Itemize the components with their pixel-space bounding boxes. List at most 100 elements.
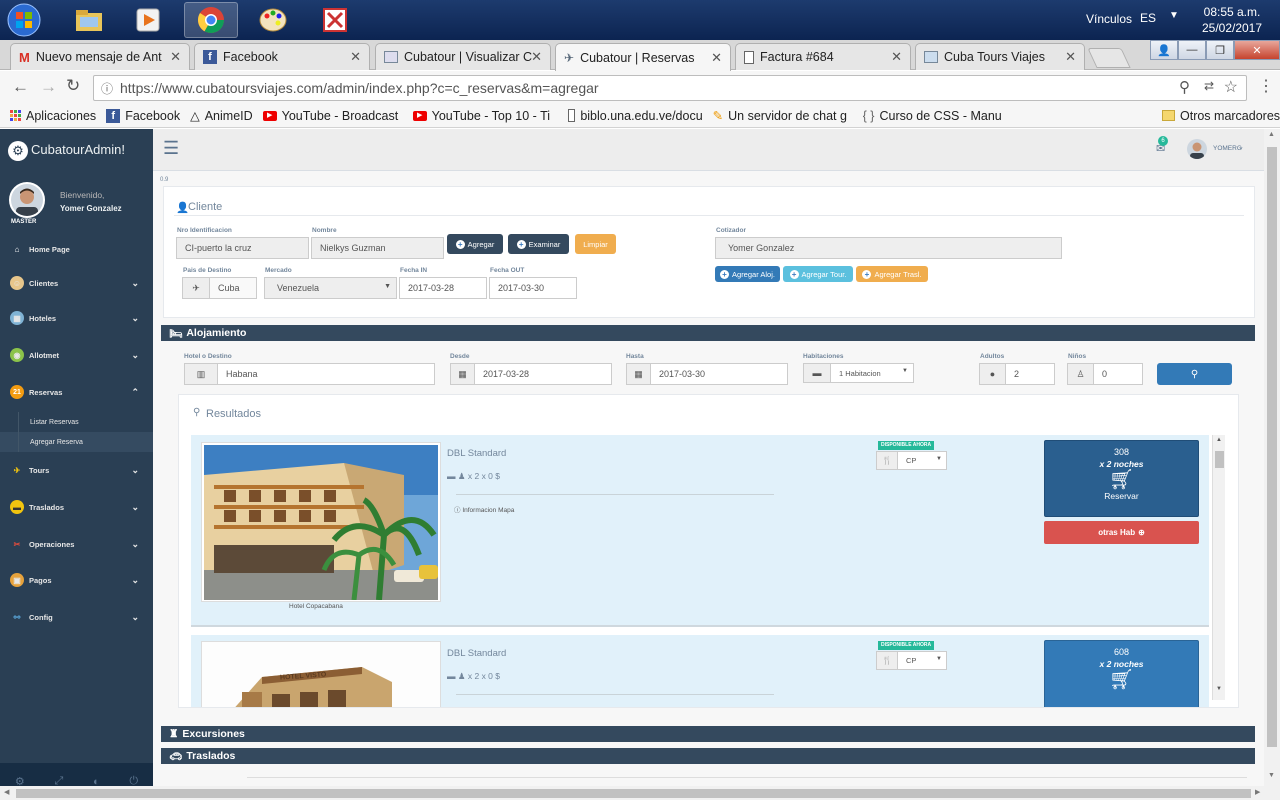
forward-arrow-icon[interactable]: → [40, 77, 57, 97]
url-input[interactable]: ⓘ https://www.cubatoursviajes.com/admin/… [93, 75, 1247, 101]
info-icon[interactable]: ⓘ [101, 80, 113, 97]
sidebar-item-config[interactable]: ⚯ Config ⌄ [0, 602, 153, 632]
desde-input[interactable]: 2017-03-28 [474, 363, 612, 385]
chrome-taskbar-icon[interactable] [184, 2, 238, 38]
excursiones-header[interactable]: ♜ Excursiones [161, 726, 1255, 742]
agregar-alojamiento-button[interactable]: + Agregar Aloj. [715, 266, 780, 282]
sidebar-item-pagos[interactable]: ▣ Pagos ⌄ [0, 565, 153, 595]
fecha-out-input[interactable]: 2017-03-30 [489, 277, 577, 299]
user-switch-icon[interactable]: 👤 [1150, 40, 1178, 60]
hotel-photo[interactable] [201, 442, 441, 602]
sidebar-item-hoteles[interactable]: ▦ Hoteles ⌄ [0, 303, 153, 333]
scroll-down-icon[interactable]: ▼ [1268, 772, 1275, 779]
agregar-traslado-button[interactable]: + Agregar Trasl. [856, 266, 928, 282]
cotizador-input[interactable]: Yomer Gonzalez [715, 237, 1062, 259]
close-icon[interactable]: ✕ [1065, 49, 1076, 65]
paint-taskbar-icon[interactable] [246, 2, 300, 38]
close-icon[interactable]: ✕ [170, 49, 181, 65]
tab-factura[interactable]: Factura #684 ✕ [735, 43, 911, 70]
mercado-select[interactable]: Venezuela ▼ [264, 277, 397, 299]
adultos-input[interactable]: 2 [1005, 363, 1055, 385]
hotel-destino-input[interactable]: Habana [217, 363, 435, 385]
agregar-cliente-button[interactable]: + Agregar [447, 234, 503, 254]
tab-cuba-tours-viajes[interactable]: Cuba Tours Viajes ✕ [915, 43, 1085, 70]
search-button[interactable]: ⚲ [1157, 363, 1232, 385]
otras-habitaciones-button[interactable]: otras Hab ⊕ [1044, 521, 1199, 544]
sidebar-item-clientes[interactable]: ☺ Clientes ⌄ [0, 268, 153, 298]
reservar-button[interactable]: 608 x 2 noches 🛒︎ [1044, 640, 1199, 707]
info-map-links[interactable]: ⓘ Informacion Mapa [454, 504, 514, 514]
bookmark-facebook[interactable]: f Facebook [106, 108, 180, 123]
tab-gmail[interactable]: M Nuevo mensaje de Ant ✕ [10, 43, 190, 70]
clock-time[interactable]: 08:55 a.m. [1198, 5, 1266, 19]
bookmark-chat[interactable]: ✎ Un servidor de chat g [713, 108, 853, 124]
scroll-thumb[interactable] [1267, 147, 1277, 747]
chrome-menu-icon[interactable]: ⋮ [1258, 76, 1274, 96]
results-scrollbar[interactable]: ▲ ▼ [1212, 435, 1225, 700]
language-indicator[interactable]: ES [1140, 11, 1156, 25]
sidebar-item-allotmet[interactable]: ◉ Allotmet ⌄ [0, 340, 153, 370]
hasta-input[interactable]: 2017-03-30 [650, 363, 788, 385]
bookmark-css[interactable]: { } Curso de CSS - Manu [863, 109, 1003, 123]
bookmark-other[interactable]: Otros marcadores [1162, 109, 1280, 123]
scroll-thumb[interactable] [1215, 451, 1224, 468]
tab-cubatour-reservas[interactable]: ✈ Cubatour | Reservas ✕ [555, 43, 731, 71]
minimize-icon[interactable]: — [1178, 40, 1206, 60]
scroll-thumb[interactable] [16, 789, 1251, 798]
restore-icon[interactable]: ❐ [1206, 40, 1234, 60]
scroll-up-icon[interactable]: ▲ [1216, 437, 1222, 443]
limpiar-button[interactable]: Limpiar [575, 234, 616, 254]
reservar-button[interactable]: 308 x 2 noches 🛒︎ Reservar [1044, 440, 1199, 517]
nombre-input[interactable]: Nielkys Guzman [311, 237, 444, 259]
bookmark-youtube-top10[interactable]: ▶ YouTube - Top 10 - Ti [412, 109, 558, 123]
start-button[interactable] [4, 2, 44, 38]
traslados-header[interactable]: 🚗︎ Traslados [161, 748, 1255, 764]
bookmark-youtube-broadcast[interactable]: ▶ YouTube - Broadcast [262, 109, 403, 123]
sidebar-item-tours[interactable]: ✈ Tours ⌄ [0, 455, 153, 485]
alojamiento-header[interactable]: 🛏 Alojamiento [161, 325, 1255, 341]
scroll-up-icon[interactable]: ▲ [1268, 131, 1275, 138]
close-icon[interactable]: ✕ [350, 49, 361, 65]
bookmark-biblo[interactable]: biblo.una.edu.ve/docu [567, 109, 703, 123]
sidebar-sub-listar-reservas[interactable]: Listar Reservas [0, 412, 153, 432]
chevron-down-icon[interactable]: ⌄ [1238, 143, 1244, 151]
fecha-in-input[interactable]: 2017-03-28 [399, 277, 487, 299]
meal-plan-select[interactable]: CP ▼ [897, 451, 947, 470]
vinculos-toolbar[interactable]: Vínculos [1086, 12, 1132, 26]
bookmark-star-icon[interactable]: ☆ [1224, 77, 1238, 97]
reload-icon[interactable]: ↻ [66, 76, 80, 96]
scroll-right-icon[interactable]: ▶ [1255, 788, 1260, 796]
tab-cubatour-visualizar[interactable]: Cubatour | Visualizar C ✕ [375, 43, 551, 70]
back-arrow-icon[interactable]: ← [12, 77, 29, 97]
bookmark-apps[interactable]: Aplicaciones [10, 109, 96, 123]
foxit-taskbar-icon[interactable] [308, 2, 362, 38]
hotel-photo[interactable]: HOTEL VISTO [201, 641, 441, 707]
ninos-input[interactable]: 0 [1093, 363, 1143, 385]
agregar-tour-button[interactable]: + Agregar Tour. [783, 266, 853, 282]
close-icon[interactable]: ✕ [531, 49, 542, 65]
pais-destino-input[interactable]: Cuba [209, 277, 257, 299]
window-close-icon[interactable]: ✕ [1234, 40, 1280, 60]
explorer-taskbar-icon[interactable] [62, 2, 116, 38]
menu-toggle-icon[interactable]: ☰ [163, 138, 179, 159]
user-avatar[interactable] [1187, 139, 1207, 159]
sidebar-item-reservas[interactable]: 21 Reservas ⌃ [0, 377, 153, 407]
brand-title[interactable]: CubatourAdmin! [31, 142, 125, 157]
horizontal-scrollbar[interactable]: ◀ ▶ [0, 786, 1280, 800]
examinar-button[interactable]: + Examinar [508, 234, 569, 254]
habitaciones-select[interactable]: 1 Habitacion ▼ [830, 363, 914, 383]
nro-identificacion-input[interactable]: CI-puerto la cruz [176, 237, 309, 259]
sidebar-item-traslados[interactable]: ▬ Traslados ⌄ [0, 492, 153, 522]
tab-facebook[interactable]: f Facebook ✕ [194, 43, 370, 70]
sidebar-sub-agregar-reserva[interactable]: Agregar Reserva [0, 432, 153, 452]
tray-chevron-icon[interactable]: ▼ [1169, 10, 1179, 21]
scroll-left-icon[interactable]: ◀ [4, 788, 9, 796]
scroll-down-icon[interactable]: ▼ [1216, 686, 1222, 692]
close-icon[interactable]: ✕ [891, 49, 902, 65]
page-scrollbar[interactable]: ▲ ▼ [1264, 129, 1280, 786]
close-icon[interactable]: ✕ [711, 50, 722, 66]
clock-date[interactable]: 25/02/2017 [1198, 21, 1266, 35]
zoom-icon[interactable]: ⚲ [1179, 78, 1190, 96]
sidebar-item-home[interactable]: ⌂ Home Page [0, 234, 153, 264]
sidebar-item-operaciones[interactable]: ✂ Operaciones ⌄ [0, 529, 153, 559]
